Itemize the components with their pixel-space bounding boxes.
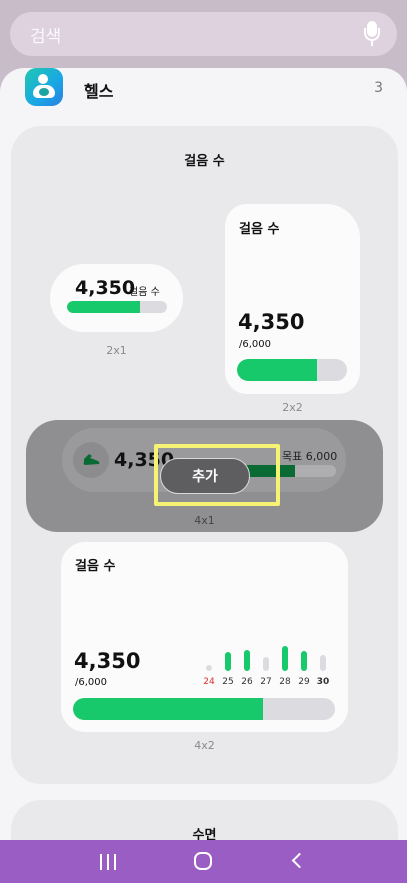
search-bar[interactable]: 검색 xyxy=(10,12,397,56)
health-app-icon xyxy=(25,68,63,106)
day-bar xyxy=(282,645,288,671)
sleep-card[interactable]: 수면 xyxy=(11,800,398,840)
day-label: 30 xyxy=(316,677,330,687)
steps-value: 4,350 xyxy=(74,649,141,673)
day-label: 26 xyxy=(241,677,253,687)
day-bar xyxy=(206,665,212,671)
day-column: 28 xyxy=(275,637,295,687)
steps-goal: /6,000 xyxy=(75,677,107,688)
microphone-icon[interactable] xyxy=(363,21,381,47)
day-column: 25 xyxy=(218,637,238,687)
widget-panel: 헬스 3 걸음 수 4,350 걸음 수 2x1 걸음 수 4,350 /6,0… xyxy=(0,68,407,840)
app-name: 헬스 xyxy=(84,82,114,101)
steps-card: 걸음 수 4,350 걸음 수 2x1 걸음 수 4,350 /6,000 2x… xyxy=(11,126,398,784)
day-label: 29 xyxy=(298,677,310,687)
day-bar xyxy=(301,650,307,671)
size-label-4x2: 4x2 xyxy=(194,739,215,752)
widget-title: 걸음 수 xyxy=(75,559,116,574)
focus-highlight xyxy=(154,444,280,506)
steps-value: 4,350 xyxy=(75,277,136,299)
day-column: 29 xyxy=(294,637,314,687)
size-label-4x1: 4x1 xyxy=(194,514,215,527)
widget-2x2[interactable]: 걸음 수 4,350 /6,000 xyxy=(225,204,360,394)
back-button[interactable] xyxy=(279,840,319,883)
progress-bar xyxy=(237,359,347,381)
day-bar xyxy=(320,654,326,671)
search-input[interactable]: 검색 xyxy=(30,22,363,47)
steps-unit: 걸음 수 xyxy=(129,287,160,298)
day-label: 25 xyxy=(222,677,234,687)
home-icon xyxy=(194,852,213,870)
day-column: 30 xyxy=(313,637,333,687)
section-title: 수면 xyxy=(192,828,217,840)
widget-4x2[interactable]: 걸음 수 4,350 /6,000 24 25 26 27 28 29 30 xyxy=(61,542,348,732)
steps-value: 4,350 xyxy=(238,310,305,334)
daily-steps-chart: 24 25 26 27 28 29 30 xyxy=(199,637,329,687)
widget-title: 걸음 수 xyxy=(239,222,280,237)
progress-bar xyxy=(73,698,335,720)
day-bar xyxy=(244,649,250,671)
widget-2x1[interactable]: 4,350 걸음 수 xyxy=(50,264,183,332)
back-icon xyxy=(291,852,308,869)
home-button[interactable] xyxy=(183,840,223,883)
day-bar xyxy=(263,657,269,671)
steps-goal: /6,000 xyxy=(239,339,271,350)
day-label: 28 xyxy=(279,677,291,687)
day-bar xyxy=(225,652,231,671)
progress-bar xyxy=(67,301,167,313)
section-title: 걸음 수 xyxy=(184,154,225,169)
size-label-2x1: 2x1 xyxy=(106,344,127,357)
day-column: 24 xyxy=(199,637,219,687)
widget-count: 3 xyxy=(374,80,383,96)
app-header[interactable]: 헬스 3 xyxy=(0,68,407,118)
navigation-bar xyxy=(0,840,407,883)
recent-apps-icon xyxy=(99,854,116,870)
size-label-2x2: 2x2 xyxy=(282,401,303,414)
steps-goal: 목표 6,000 xyxy=(282,450,338,463)
day-label: 27 xyxy=(260,677,272,687)
widget-4x1-selected[interactable]: 4,350 목표 6,000 추가 4x1 xyxy=(26,420,383,532)
shoe-icon xyxy=(73,442,109,478)
day-column: 27 xyxy=(256,637,276,687)
day-label: 24 xyxy=(203,677,215,687)
recent-apps-button[interactable] xyxy=(88,840,128,883)
day-column: 26 xyxy=(237,637,257,687)
